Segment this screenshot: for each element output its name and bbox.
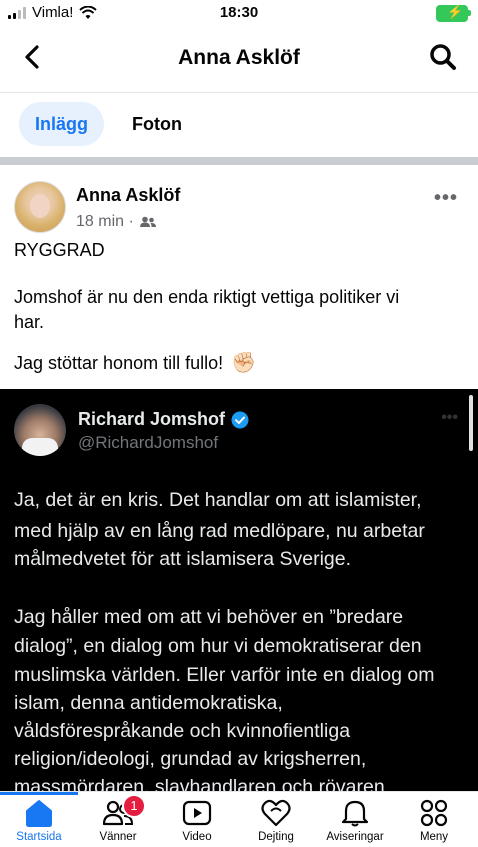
shared-tweet-image[interactable]: Richard Jomshof @RichardJomshof ••• Ja, … [0,389,478,791]
tweet-handle: @RichardJomshof [78,433,219,452]
tab-video[interactable]: Video [157,798,237,843]
tab-notifications-label: Aviseringar [326,831,384,843]
notification-badge: 1 [122,794,146,818]
tweet-line: målmedvetet för att islamisera Sverige. [14,548,352,570]
post-text-line: RYGGRAD [14,240,105,260]
tab-home[interactable]: Startsida [0,798,79,843]
post-meta: 18 min · [76,213,156,231]
tweet-line: dialog”, en dialog om hur vi demokratise… [14,635,422,657]
battery-icon: ⚡ [436,4,471,22]
tweet-avatar [14,404,66,456]
tab-video-label: Video [182,831,212,843]
verified-badge-icon [231,411,249,428]
tweet-line: Ja, det är en kris. Det handlar om att i… [14,489,422,511]
tweet-line: massmördaren, slavhandlaren och rövaren [14,776,385,791]
bottom-tab-bar: Startsida 1 Vänner Video Dejting Aviseri… [0,791,478,847]
tab-home-label: Startsida [16,831,62,843]
tab-menu[interactable]: Meny [394,798,474,843]
post-time[interactable]: 18 min · [76,213,134,231]
tab-photos[interactable]: Foton [116,102,198,146]
menu-grid-icon [420,799,448,827]
dating-heart-icon [261,799,291,827]
raised-fist-icon: ✊🏻 [231,352,257,374]
tab-dating-label: Dejting [258,831,294,843]
tweet-line: våldsförespråkande och kvinnofientliga [14,720,351,742]
tweet-more-icon: ••• [441,409,458,426]
tab-posts[interactable]: Inlägg [19,102,104,146]
status-time: 18:30 [219,4,259,21]
tab-notifications[interactable]: Aviseringar [315,798,395,843]
tab-menu-label: Meny [419,831,449,843]
post-author[interactable]: Anna Asklöf [76,185,180,206]
more-options-icon[interactable]: ••• [434,187,458,210]
page-title: Anna Asklöf [178,46,300,69]
tweet-line: med hjälp av en lång rad medlöpare, nu a… [14,520,425,542]
tab-friends-label: Vänner [99,831,137,843]
tweet-line: muslimska världen. Eller varför inte en … [14,664,435,686]
post-text-line: Jag stöttar honom till fullo! ✊🏻 [14,351,454,376]
section-divider [0,157,478,165]
page-header: Anna Asklöf [0,30,478,90]
header-divider [0,92,478,93]
tweet-line: religion/ideologi, grundad av krigsherre… [14,748,367,770]
search-icon[interactable] [428,42,458,72]
tweet-line: islam, denna antidemokratiska, [14,692,283,714]
bell-icon [342,800,368,827]
home-icon [26,800,52,827]
status-bar: Vimla! 18:30 ⚡ [0,0,478,26]
tweet-line: Jag håller med om att vi behöver en ”bre… [14,606,404,628]
post-text-line: har. [14,312,45,332]
avatar[interactable] [14,181,66,233]
tweet-author-name: Richard Jomshof [78,409,226,429]
tweet-scrollbar [469,395,473,451]
post-text-last: Jag stöttar honom till fullo! [14,353,224,373]
tab-friends[interactable]: 1 Vänner [78,794,158,843]
profile-tabs: Inlägg Foton [0,100,478,152]
video-icon [182,800,212,826]
tweet-author: Richard Jomshof [78,409,249,430]
friends-audience-icon [139,216,156,227]
post-text-line: Jomshof är nu den enda riktigt vettiga p… [14,287,400,307]
tab-dating[interactable]: Dejting [236,798,316,843]
active-tab-indicator [0,792,78,795]
